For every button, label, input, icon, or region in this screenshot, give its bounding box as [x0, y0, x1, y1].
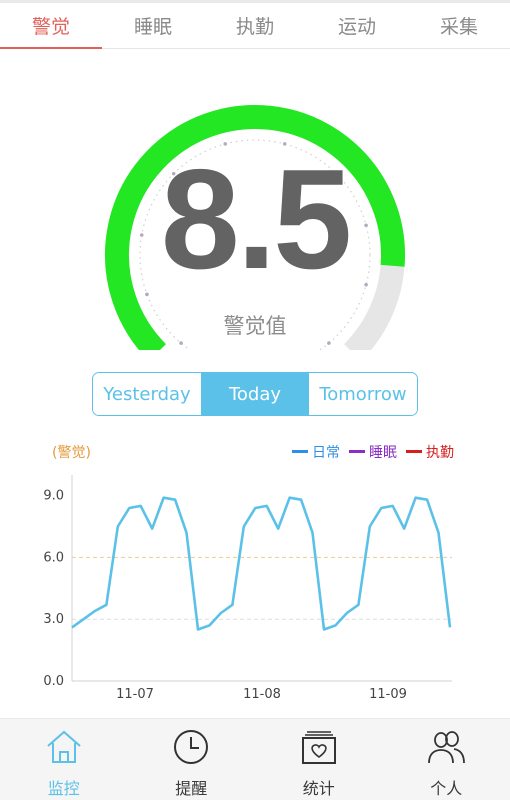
- nav-reminder-label: 提醒: [175, 779, 208, 798]
- y-tick-label: 3.0: [43, 612, 64, 627]
- clock-icon: [174, 730, 209, 764]
- nav-monitor[interactable]: 监控: [0, 719, 128, 800]
- legend-label-duty: 执勤: [426, 445, 454, 461]
- nav-stats[interactable]: 统计: [255, 719, 383, 800]
- alertness-line: [71, 496, 452, 631]
- y-tick-label: 0.0: [43, 674, 64, 689]
- bottom-nav: 监控 提醒 统计 个人: [0, 718, 510, 800]
- tomorrow-button[interactable]: Tomorrow: [309, 373, 417, 415]
- nav-monitor-label: 监控: [47, 779, 80, 798]
- legend-swatch-daily: [292, 450, 308, 453]
- gauge-label: 警觉值: [223, 314, 287, 338]
- nav-profile[interactable]: 个人: [383, 719, 510, 800]
- tab-exercise[interactable]: 运动: [306, 3, 408, 48]
- legend-label-daily: 日常: [312, 445, 340, 461]
- y-tick-label: 6.0: [43, 550, 64, 565]
- today-button[interactable]: Today: [201, 373, 309, 415]
- legend-swatch-sleep: [349, 450, 365, 453]
- x-tick-label: 11-09: [369, 687, 407, 702]
- legend-swatch-duty: [406, 450, 422, 453]
- people-icon: [428, 731, 466, 764]
- tab-duty[interactable]: 执勤: [204, 3, 306, 48]
- gauge-tick: [179, 341, 183, 345]
- gauge-tick: [145, 292, 149, 297]
- gauge-value: 8.5: [160, 140, 352, 299]
- x-tick-label: 11-07: [116, 687, 154, 702]
- tab-sleep[interactable]: 睡眠: [102, 3, 204, 48]
- legend-label-sleep: 睡眠: [369, 445, 397, 461]
- top-tab-bar: 警觉 睡眠 执勤 运动 采集: [0, 3, 510, 49]
- chart-y-axis-title: (警觉): [52, 445, 91, 461]
- nav-reminder[interactable]: 提醒: [128, 719, 256, 800]
- nav-stats-label: 统计: [302, 779, 335, 798]
- house-icon: [47, 730, 81, 763]
- y-tick-label: 9.0: [43, 489, 64, 504]
- nav-profile-label: 个人: [430, 779, 463, 798]
- heart-calendar-icon: [301, 731, 336, 764]
- tab-collect[interactable]: 采集: [408, 3, 510, 48]
- x-tick-label: 11-08: [243, 687, 281, 702]
- tab-alertness[interactable]: 警觉: [0, 3, 102, 49]
- day-selector: Yesterday Today Tomorrow: [92, 372, 418, 416]
- chart-legend: 日常 睡眠 执勤: [292, 445, 454, 461]
- gauge-tick: [327, 341, 331, 345]
- yesterday-button[interactable]: Yesterday: [93, 373, 201, 415]
- alertness-chart: (警觉) 日常 睡眠 执勤 9.0 6.0 3.0 0.0 11-07 11-0…: [43, 445, 454, 702]
